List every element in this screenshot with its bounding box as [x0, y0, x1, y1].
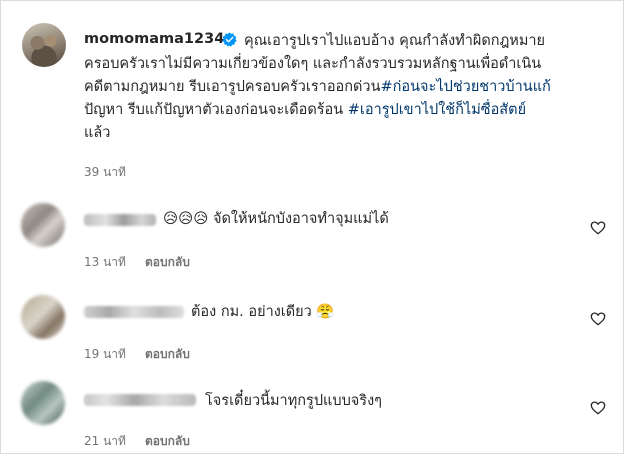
- hashtag-link[interactable]: #เอารูปเขาไปใช้ก็ไม่ซื่อสัตย์: [348, 102, 526, 118]
- post-timestamp[interactable]: 39 นาที: [84, 163, 126, 182]
- comment-username-blurred[interactable]: [84, 394, 196, 406]
- comment-avatar[interactable]: [21, 381, 65, 425]
- avatar[interactable]: [22, 23, 66, 67]
- comment-timestamp[interactable]: 13 นาที: [84, 255, 126, 269]
- caption-text: ปัญหา รีบแก้ปัญหาตัวเองก่อนจะเดือดร้อน: [84, 102, 344, 118]
- verified-badge-icon: [222, 32, 237, 47]
- reply-button[interactable]: ตอบกลับ: [145, 255, 190, 269]
- reply-button[interactable]: ตอบกลับ: [145, 434, 190, 448]
- caption-line-1: คุณเอารูปเราไปแอบอ้าง คุณกำลังทำผิดกฎหมา…: [244, 33, 546, 49]
- caption-text: คดีตามกฎหมาย รีบเอารูปครอบครัวเราออกด่วน: [84, 79, 381, 95]
- reply-button[interactable]: ตอบกลับ: [145, 347, 190, 361]
- comment-text: 😥😥😥 จัดให้หนักบังอาจทำจุมแม่ได้: [163, 211, 389, 227]
- caption-line-5: แล้ว: [84, 125, 111, 141]
- comment-avatar[interactable]: [21, 203, 65, 247]
- caption-line-3: คดีตามกฎหมาย รีบเอารูปครอบครัวเราออกด่วน…: [84, 77, 551, 97]
- comment-timestamp[interactable]: 19 นาที: [84, 347, 126, 361]
- comment-timestamp[interactable]: 21 นาที: [84, 434, 126, 448]
- comment-username-blurred[interactable]: [84, 214, 156, 226]
- comment-meta: 19 นาที ตอบกลับ: [84, 345, 190, 364]
- comment-text: ต้อง กม. อย่างเดียว 😤: [191, 304, 335, 320]
- comments-panel: momomama1234 คุณเอารูปเราไปแอบอ้าง คุณกำ…: [0, 0, 624, 454]
- comment-meta: 21 นาที ตอบกลับ: [84, 432, 190, 451]
- heart-outline-icon[interactable]: [590, 400, 606, 416]
- comment-username-blurred[interactable]: [84, 306, 184, 318]
- comment-meta: 13 นาที ตอบกลับ: [84, 253, 190, 272]
- hashtag-link[interactable]: #ก่อนจะไปช่วยชาวบ้านแก้: [381, 79, 551, 95]
- comment-text: โจรเดี๋ยวนี้มาทุกรูปแบบจริงๆ: [205, 393, 382, 409]
- post-username[interactable]: momomama1234: [84, 31, 224, 47]
- caption-line-2: ครอบครัวเราไม่มีความเกี่ยวข้องใดๆ และกำล…: [84, 56, 542, 72]
- heart-outline-icon[interactable]: [590, 220, 606, 236]
- heart-outline-icon[interactable]: [590, 311, 606, 327]
- caption-line-4: ปัญหา รีบแก้ปัญหาตัวเองก่อนจะเดือดร้อน #…: [84, 100, 526, 120]
- comment-avatar[interactable]: [21, 295, 65, 339]
